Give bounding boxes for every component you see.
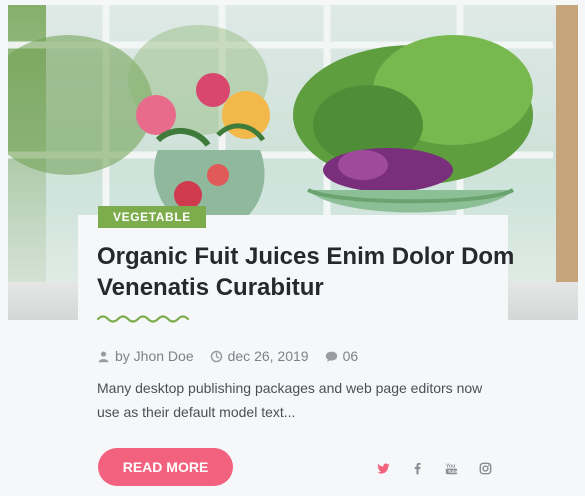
- post-date: dec 26, 2019: [210, 348, 309, 364]
- read-more-button[interactable]: READ MORE: [98, 448, 233, 486]
- window-trim: [556, 5, 578, 320]
- post-author[interactable]: by Jhon Doe: [97, 348, 194, 364]
- post-comments-count: 06: [342, 348, 359, 364]
- clock-icon: [210, 350, 223, 363]
- social-share: You Tube: [375, 460, 493, 476]
- post-meta: by Jhon Doe dec 26, 2019 06: [97, 348, 358, 364]
- title-divider: [97, 315, 189, 323]
- post-comments[interactable]: 06: [325, 348, 359, 364]
- post-title[interactable]: Organic Fuit Juices Enim Dolor Dom Venen…: [97, 241, 517, 303]
- svg-text:Tube: Tube: [447, 469, 457, 474]
- blog-post-card: VEGETABLE Organic Fuit Juices Enim Dolor…: [0, 0, 585, 496]
- facebook-icon[interactable]: [409, 460, 425, 476]
- user-icon: [97, 350, 110, 363]
- twitter-icon[interactable]: [375, 460, 391, 476]
- post-date-label: dec 26, 2019: [227, 348, 309, 364]
- category-badge[interactable]: VEGETABLE: [98, 206, 206, 228]
- youtube-icon[interactable]: You Tube: [443, 460, 459, 476]
- comment-icon: [325, 350, 338, 363]
- post-excerpt: Many desktop publishing packages and web…: [97, 380, 483, 420]
- instagram-icon[interactable]: [477, 460, 493, 476]
- post-author-label: by Jhon Doe: [115, 348, 194, 364]
